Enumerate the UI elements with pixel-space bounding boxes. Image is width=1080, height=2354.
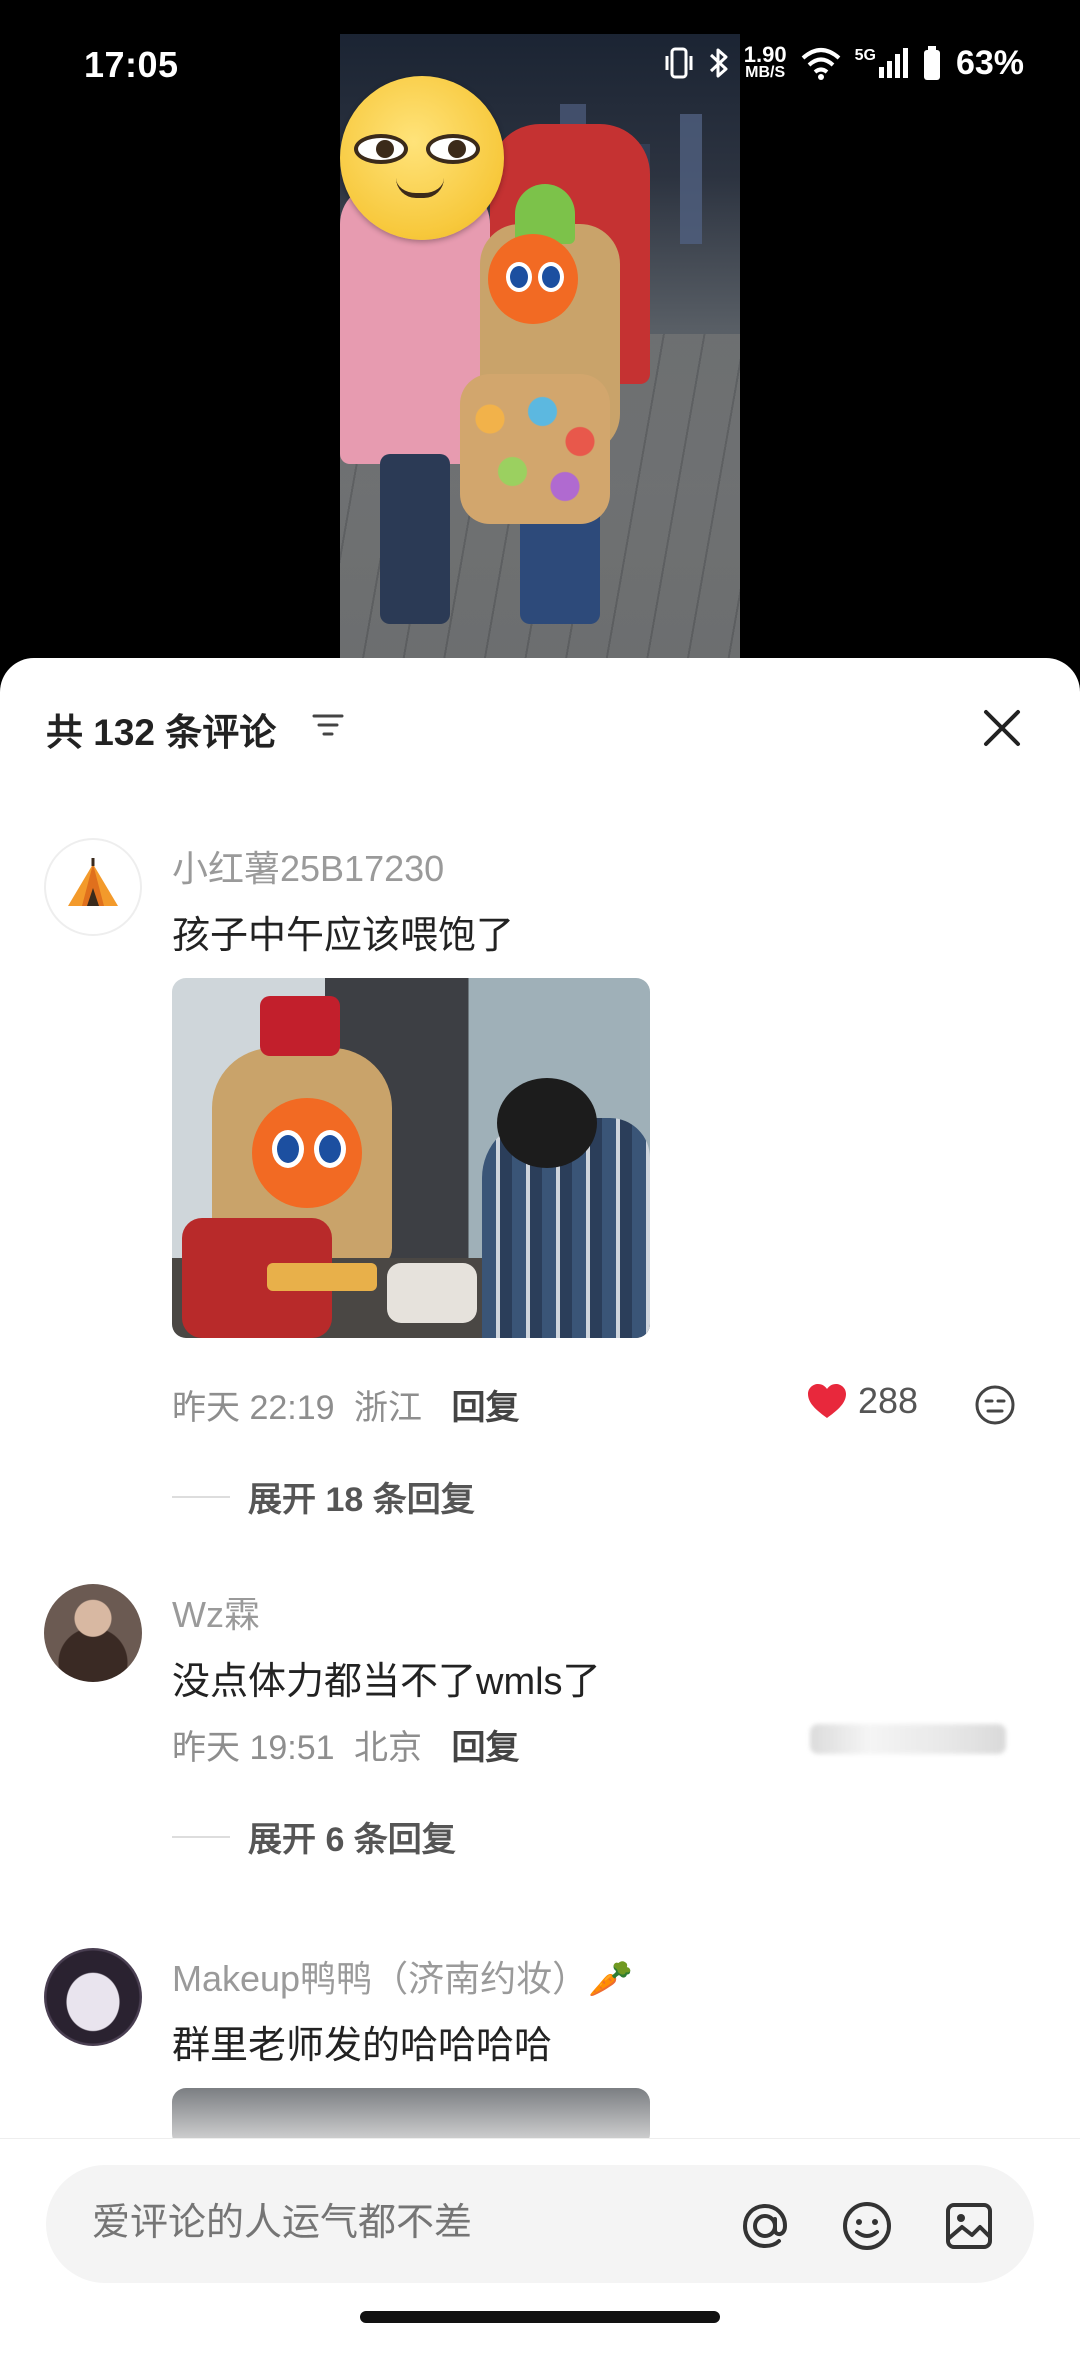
person-legs: [380, 454, 450, 624]
comment-meta: 昨天 19:51 北京 回复: [172, 1720, 519, 1769]
image-picker-icon[interactable]: [940, 2197, 998, 2255]
sticker-mouth: [396, 178, 444, 198]
status-icons: 1.90 MB/S 5G 63%: [664, 40, 1024, 86]
obscured-like-area: [810, 1724, 1006, 1754]
comment-input-bar: [0, 2138, 1080, 2354]
expand-divider: [172, 1495, 230, 1498]
bluetooth-icon: [709, 48, 728, 78]
comment-count-title: 共 132 条评论: [46, 712, 277, 753]
close-icon[interactable]: [978, 704, 1026, 752]
net-speed-value: 1.90: [743, 42, 787, 67]
video-area[interactable]: 17:05 1.90 MB/S 5G 63%: [0, 0, 1080, 680]
comment-username[interactable]: Wz霖: [172, 1586, 260, 1638]
reply-button[interactable]: 回复: [451, 1729, 519, 1767]
comment-input[interactable]: [92, 2202, 692, 2245]
plush-charms: [460, 374, 610, 524]
battery-icon: [923, 46, 940, 80]
heart-filled-icon: [808, 1384, 846, 1418]
comment-time: 昨天 22:19: [172, 1389, 335, 1427]
photo-hat: [260, 996, 340, 1056]
reply-button[interactable]: 回复: [451, 1389, 519, 1427]
avatar[interactable]: [44, 1948, 142, 2046]
wifi-icon: [801, 48, 840, 80]
photo-person-head: [497, 1078, 597, 1168]
status-time: 17:05: [84, 44, 179, 85]
expand-divider: [172, 1835, 230, 1838]
photo-plush-face: [252, 1098, 362, 1208]
tent-avatar-icon: [68, 858, 118, 906]
comment-location: 北京: [353, 1729, 422, 1767]
comment-time: 昨天 19:51: [172, 1729, 335, 1767]
comment-input-pill[interactable]: [46, 2165, 1034, 2283]
emoji-icon[interactable]: [838, 2197, 896, 2255]
comment-username[interactable]: Makeup鸭鸭（济南约妆）🥕: [172, 1950, 633, 2002]
expand-replies-button[interactable]: 展开 6 条回复: [172, 1812, 456, 1861]
photo-bag: [387, 1263, 477, 1323]
avatar[interactable]: [44, 1584, 142, 1682]
comment-text[interactable]: 孩子中午应该喂饱了: [172, 904, 514, 959]
mention-at-icon[interactable]: [736, 2197, 794, 2255]
signal-bars-icon: [878, 48, 908, 78]
comment-text[interactable]: 群里老师发的哈哈哈哈: [172, 2014, 552, 2069]
comment-location: 浙江: [353, 1389, 422, 1427]
vibrate-icon: [665, 47, 693, 79]
sort-filter-icon[interactable]: [310, 708, 346, 742]
net-speed-unit: MB/S: [745, 64, 786, 81]
photo-food-tray: [267, 1263, 377, 1291]
emoji-reaction-icon[interactable]: [974, 1384, 1016, 1426]
like-button[interactable]: 288: [806, 1380, 918, 1422]
emoji-sticker: [340, 76, 504, 240]
sticker-eye: [426, 134, 480, 164]
expand-replies-label: 展开 18 条回复: [248, 1481, 475, 1519]
plush-face: [488, 234, 578, 324]
sticker-eye: [354, 134, 408, 164]
expand-replies-label: 展开 6 条回复: [248, 1821, 456, 1859]
net-speed: 1.90 MB/S: [743, 42, 787, 81]
network-type: 5G: [854, 47, 876, 64]
comment-meta: 昨天 22:19 浙江 回复: [172, 1380, 519, 1429]
comment-image[interactable]: [172, 978, 650, 1338]
cell-signal: 5G: [855, 47, 908, 79]
home-indicator[interactable]: [360, 2311, 720, 2323]
comment-username[interactable]: 小红薯25B17230: [172, 840, 444, 892]
like-count: 288: [858, 1380, 919, 1421]
comment-sheet-header: 共 132 条评论: [0, 658, 1080, 790]
comment-text[interactable]: 没点体力都当不了wmls了: [172, 1650, 601, 1705]
expand-replies-button[interactable]: 展开 18 条回复: [172, 1472, 475, 1521]
comment-sheet: 共 132 条评论 小红薯25B17230 孩子中午应该喂饱了 昨天 22:19…: [0, 658, 1080, 2354]
battery-level: 63%: [955, 43, 1024, 82]
avatar[interactable]: [44, 838, 142, 936]
